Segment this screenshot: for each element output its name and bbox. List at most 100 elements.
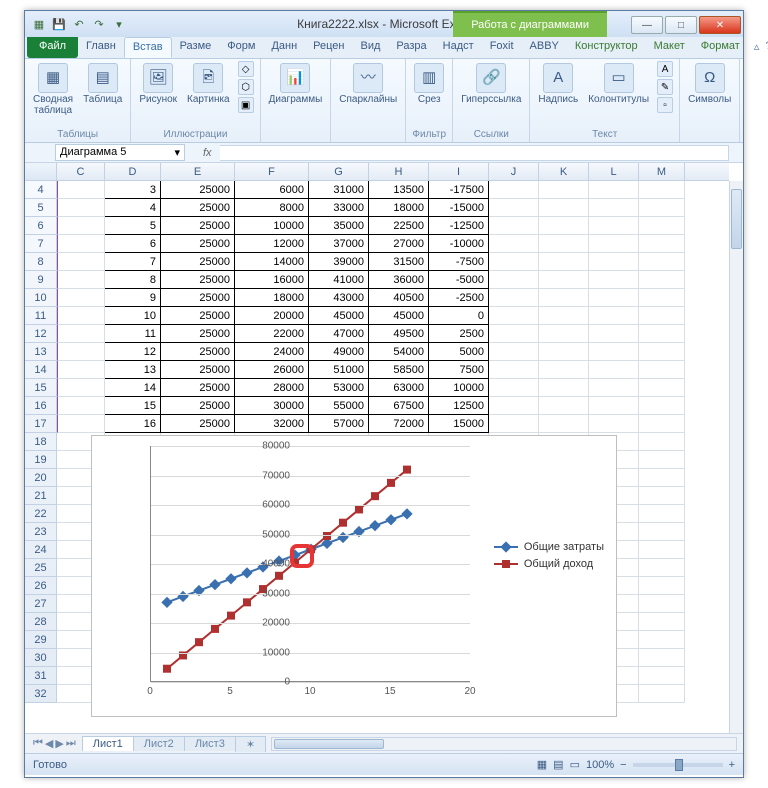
cell[interactable] bbox=[57, 325, 105, 343]
signature-icon[interactable]: ✎ bbox=[657, 79, 673, 95]
cell[interactable]: 49500 bbox=[369, 325, 429, 343]
cell[interactable] bbox=[57, 271, 105, 289]
row-header[interactable]: 11 bbox=[25, 307, 57, 325]
cell[interactable]: 57000 bbox=[309, 415, 369, 433]
cell[interactable] bbox=[539, 253, 589, 271]
cell[interactable] bbox=[589, 415, 639, 433]
cell[interactable]: 51000 bbox=[309, 361, 369, 379]
cell[interactable] bbox=[639, 595, 685, 613]
close-button[interactable]: ✕ bbox=[699, 16, 741, 34]
cell[interactable] bbox=[489, 361, 539, 379]
row-header[interactable]: 20 bbox=[25, 469, 57, 487]
cell[interactable]: 43000 bbox=[309, 289, 369, 307]
cell[interactable] bbox=[589, 271, 639, 289]
cell[interactable]: 25000 bbox=[161, 181, 235, 199]
cell[interactable] bbox=[639, 451, 685, 469]
cell[interactable]: 53000 bbox=[309, 379, 369, 397]
cell[interactable]: 25000 bbox=[161, 379, 235, 397]
hyperlink-button[interactable]: 🔗Гиперссылка bbox=[459, 61, 523, 108]
cell[interactable] bbox=[539, 415, 589, 433]
cell[interactable] bbox=[639, 487, 685, 505]
cell[interactable]: 26000 bbox=[235, 361, 309, 379]
cell[interactable]: 54000 bbox=[369, 343, 429, 361]
cell[interactable]: 13500 bbox=[369, 181, 429, 199]
cell[interactable] bbox=[639, 235, 685, 253]
sparklines-button[interactable]: 〰Спарклайны bbox=[337, 61, 399, 108]
cell[interactable] bbox=[589, 325, 639, 343]
view-pagebreak-icon[interactable]: ▭ bbox=[570, 758, 580, 771]
cell[interactable]: 15 bbox=[105, 397, 161, 415]
column-header[interactable]: I bbox=[429, 163, 489, 180]
shapes-icon[interactable]: ◇ bbox=[238, 61, 254, 77]
cell[interactable]: 6 bbox=[105, 235, 161, 253]
cell[interactable]: 27000 bbox=[369, 235, 429, 253]
cell[interactable]: 25000 bbox=[161, 271, 235, 289]
sheet-tab[interactable]: Лист3 bbox=[184, 736, 236, 751]
row-header[interactable]: 15 bbox=[25, 379, 57, 397]
cell[interactable] bbox=[489, 271, 539, 289]
cell[interactable] bbox=[489, 343, 539, 361]
ribbon-tab-chart[interactable]: Конструктор bbox=[567, 37, 646, 58]
row-header[interactable]: 25 bbox=[25, 559, 57, 577]
cell[interactable]: -10000 bbox=[429, 235, 489, 253]
namebox-dropdown-icon[interactable]: ▾ bbox=[174, 146, 180, 159]
column-header[interactable]: J bbox=[489, 163, 539, 180]
undo-icon[interactable]: ↶ bbox=[71, 16, 87, 32]
cell[interactable] bbox=[639, 307, 685, 325]
row-header[interactable]: 27 bbox=[25, 595, 57, 613]
row-header[interactable]: 23 bbox=[25, 523, 57, 541]
cell[interactable] bbox=[539, 235, 589, 253]
sheet-tab-active[interactable]: Лист1 bbox=[82, 736, 134, 751]
cell[interactable] bbox=[589, 181, 639, 199]
cell[interactable] bbox=[539, 379, 589, 397]
cell[interactable]: 25000 bbox=[161, 415, 235, 433]
zoom-out-button[interactable]: − bbox=[620, 759, 626, 771]
cell[interactable]: 25000 bbox=[161, 397, 235, 415]
cell[interactable] bbox=[589, 235, 639, 253]
cell[interactable]: 25000 bbox=[161, 217, 235, 235]
cell[interactable]: 55000 bbox=[309, 397, 369, 415]
column-header[interactable]: D bbox=[105, 163, 161, 180]
cell[interactable] bbox=[639, 667, 685, 685]
row-header[interactable]: 14 bbox=[25, 361, 57, 379]
table-button[interactable]: ▤Таблица bbox=[81, 61, 124, 108]
ribbon-tab[interactable]: Рецен bbox=[305, 37, 352, 58]
cell[interactable]: 25000 bbox=[161, 343, 235, 361]
row-header[interactable]: 26 bbox=[25, 577, 57, 595]
legend-item-2[interactable]: Общий доход bbox=[494, 558, 604, 570]
cell[interactable]: 25000 bbox=[161, 253, 235, 271]
cell[interactable]: 4 bbox=[105, 199, 161, 217]
cell[interactable]: 2500 bbox=[429, 325, 489, 343]
legend-item-1[interactable]: Общие затраты bbox=[494, 541, 604, 553]
cell[interactable] bbox=[539, 217, 589, 235]
column-header[interactable]: K bbox=[539, 163, 589, 180]
cell[interactable] bbox=[489, 289, 539, 307]
wordart-icon[interactable]: A bbox=[657, 61, 673, 77]
cell[interactable] bbox=[57, 217, 105, 235]
ribbon-tab[interactable]: Форм bbox=[219, 37, 263, 58]
ribbon-tab[interactable]: Foxit bbox=[482, 37, 522, 58]
cell[interactable]: 5 bbox=[105, 217, 161, 235]
cell[interactable] bbox=[539, 343, 589, 361]
ribbon-tab[interactable]: Разра bbox=[388, 37, 434, 58]
ribbon-tab-chart[interactable]: Макет bbox=[646, 37, 693, 58]
ribbon-tab[interactable]: Разме bbox=[172, 37, 220, 58]
cell[interactable] bbox=[489, 379, 539, 397]
column-header[interactable]: M bbox=[639, 163, 685, 180]
cell[interactable] bbox=[639, 559, 685, 577]
clipart-button[interactable]: 🖻Картинка bbox=[185, 61, 232, 108]
smartart-icon[interactable]: ⬡ bbox=[238, 79, 254, 95]
cell[interactable] bbox=[589, 253, 639, 271]
cell[interactable] bbox=[57, 415, 105, 433]
cell[interactable] bbox=[639, 181, 685, 199]
cell[interactable] bbox=[57, 397, 105, 415]
save-icon[interactable]: 💾 bbox=[51, 16, 67, 32]
ribbon-tab[interactable]: Надст bbox=[435, 37, 482, 58]
cell[interactable]: 14000 bbox=[235, 253, 309, 271]
view-layout-icon[interactable]: ▤ bbox=[553, 758, 563, 771]
cell[interactable]: 30000 bbox=[235, 397, 309, 415]
textbox-button[interactable]: AНадпись bbox=[536, 61, 580, 108]
cell[interactable] bbox=[639, 415, 685, 433]
cell[interactable] bbox=[539, 289, 589, 307]
cell[interactable]: 39000 bbox=[309, 253, 369, 271]
